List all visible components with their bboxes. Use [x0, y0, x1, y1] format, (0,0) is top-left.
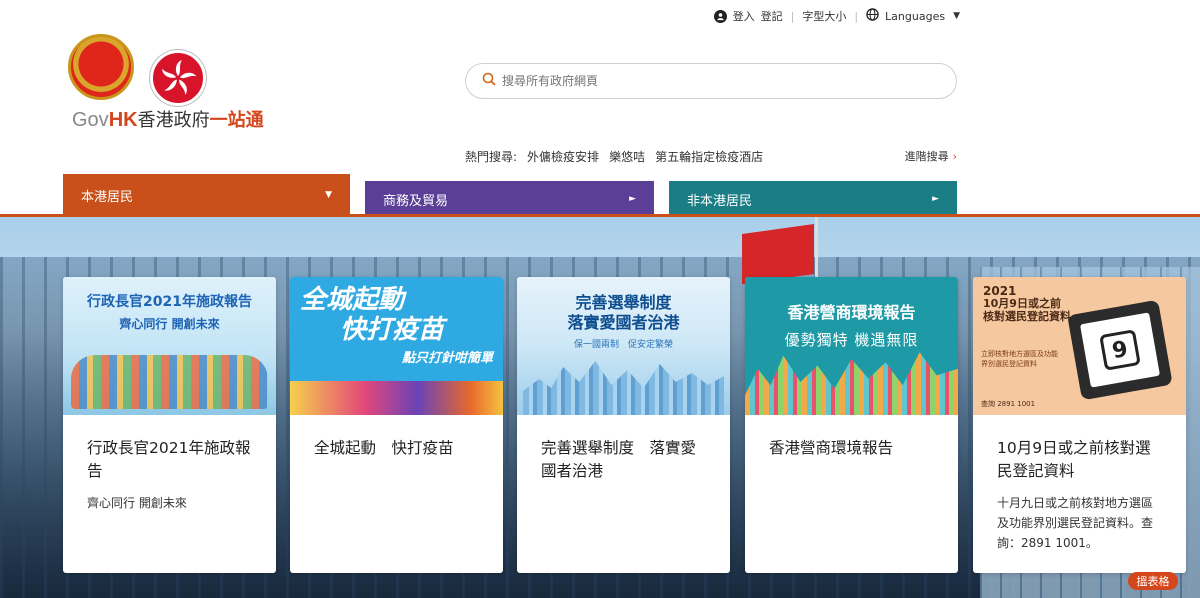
banner-title: 行政長官2021年施政報告	[87, 294, 252, 310]
banner-title: 全城起動	[300, 285, 405, 315]
card-banner: 全城起動 快打疫苗 點只打針咁簡單	[290, 277, 503, 415]
chevron-right-icon: ›	[952, 150, 957, 163]
search-bar[interactable]	[465, 63, 957, 99]
register-link[interactable]: 登記	[761, 8, 783, 24]
tab-label: 本港居民	[81, 189, 134, 205]
tablet-screen: 9	[1079, 312, 1161, 388]
hksar-emblem-icon	[150, 50, 206, 106]
calendar-date: 9	[1099, 329, 1141, 371]
banner-year: 2021	[983, 284, 1017, 298]
crowd-illustration	[71, 355, 268, 409]
logo-gov: Gov	[72, 109, 109, 131]
feature-card-vaccination[interactable]: 全城起動 快打疫苗 點只打針咁簡單 全城起動 快打疫苗	[290, 277, 503, 573]
banner-subtitle: 優勢獨特 機遇無限	[784, 331, 919, 349]
advanced-search-link[interactable]: 進階搜尋 ›	[905, 148, 957, 164]
caret-down-icon[interactable]: ▼	[953, 11, 960, 21]
card-title[interactable]: 行政長官2021年施政報告	[87, 437, 252, 483]
hot-search-item[interactable]: 第五輪指定檢疫酒店	[655, 148, 763, 165]
tab-label: 非本港居民	[687, 193, 753, 209]
globe-icon	[866, 8, 879, 24]
find-forms-button[interactable]: 搵表格	[1128, 572, 1178, 590]
card-title[interactable]: 10月9日或之前核對選民登記資料	[997, 437, 1162, 483]
feature-card-policy-address[interactable]: 行政長官2021年施政報告 齊心同行 開創未來 行政長官2021年施政報告 齊心…	[63, 277, 276, 573]
logo-hk: HK	[108, 109, 138, 131]
banner-graphic	[290, 381, 503, 415]
banner-phone: 查詢 2891 1001	[981, 400, 1036, 408]
govhk-logo[interactable]: GovHK香港政府一站通	[66, 32, 296, 132]
caret-right-icon: ►	[629, 194, 636, 204]
national-emblem-icon	[68, 34, 134, 100]
languages-menu[interactable]: Languages	[885, 10, 945, 23]
feature-card-electoral-system[interactable]: 完善選舉制度 落實愛國者治港 保一國兩制 促安定繁榮 完善選舉制度 落實愛國者治…	[517, 277, 730, 573]
caret-right-icon: ►	[932, 194, 939, 204]
divider: |	[854, 9, 859, 23]
card-title[interactable]: 香港營商環境報告	[769, 437, 934, 460]
banner-subtitle: 點只打針咁簡單	[401, 351, 493, 366]
logo-zh: 香港政府	[137, 110, 210, 130]
banner-title: 快打疫苗	[340, 315, 445, 345]
feature-card-business-report[interactable]: 香港營商環境報告 優勢獨特 機遇無限 香港營商環境報告	[745, 277, 958, 573]
utility-bar: 登入 登記 | 字型大小 | Languages ▼	[713, 8, 960, 24]
search-input[interactable]	[502, 74, 902, 88]
login-link[interactable]: 登入	[733, 8, 755, 24]
logo-one-stop: 一站通	[209, 110, 264, 130]
banner-subtitle: 齊心同行 開創未來	[119, 317, 220, 331]
hot-search-label: 熱門搜尋:	[465, 150, 518, 164]
logo-wordmark: GovHK香港政府一站通	[72, 106, 264, 132]
tab-business[interactable]: 商務及貿易 ►	[365, 181, 654, 217]
card-banner: 行政長官2021年施政報告 齊心同行 開創未來	[63, 277, 276, 415]
hot-search-item[interactable]: 外傭檢疫安排	[527, 148, 599, 165]
feature-card-voter-registration[interactable]: 2021 10月9日或之前 核對選民登記資料 立即核對地方選區及功能界別選民登記…	[973, 277, 1186, 573]
hot-search: 熱門搜尋: 外傭檢疫安排 樂悠咭 第五輪指定檢疫酒店	[465, 148, 763, 165]
skyline-illustration	[523, 361, 724, 415]
tab-residents[interactable]: 本港居民 ▼	[63, 174, 350, 216]
flag-icon	[742, 223, 814, 285]
banner-subtitle: 立即核對地方選區及功能界別選民登記資料	[981, 350, 1058, 368]
user-icon	[713, 9, 727, 23]
search-icon[interactable]	[482, 72, 496, 90]
hot-search-item[interactable]: 樂悠咭	[609, 148, 645, 165]
banner-title: 香港營商環境報告	[787, 303, 916, 322]
caret-down-icon: ▼	[325, 190, 332, 200]
tab-label: 商務及貿易	[383, 193, 449, 209]
advanced-search-label: 進階搜尋	[904, 150, 949, 163]
card-banner: 2021 10月9日或之前 核對選民登記資料 立即核對地方選區及功能界別選民登記…	[973, 277, 1186, 415]
tablet-icon: 9	[1067, 299, 1173, 401]
card-banner: 香港營商環境報告 優勢獨特 機遇無限	[745, 277, 958, 415]
card-title[interactable]: 全城起動 快打疫苗	[314, 437, 479, 460]
font-size-link[interactable]: 字型大小	[802, 8, 846, 24]
tab-non-residents[interactable]: 非本港居民 ►	[669, 181, 957, 217]
banner-title: 完善選舉制度	[575, 293, 672, 312]
card-title[interactable]: 完善選舉制度 落實愛國者治港	[541, 437, 706, 483]
card-description: 十月九日或之前核對地方選區及功能界別選民登記資料。查詢：2891 1001。	[997, 496, 1154, 550]
divider: |	[790, 9, 795, 23]
banner-title: 落實愛國者治港	[567, 313, 680, 332]
skyline-illustration	[745, 352, 958, 415]
card-banner: 完善選舉制度 落實愛國者治港 保一國兩制 促安定繁榮	[517, 277, 730, 415]
banner-subtitle: 保一國兩制 促安定繁榮	[573, 340, 673, 350]
card-description: 齊心同行 開創未來	[87, 496, 187, 510]
